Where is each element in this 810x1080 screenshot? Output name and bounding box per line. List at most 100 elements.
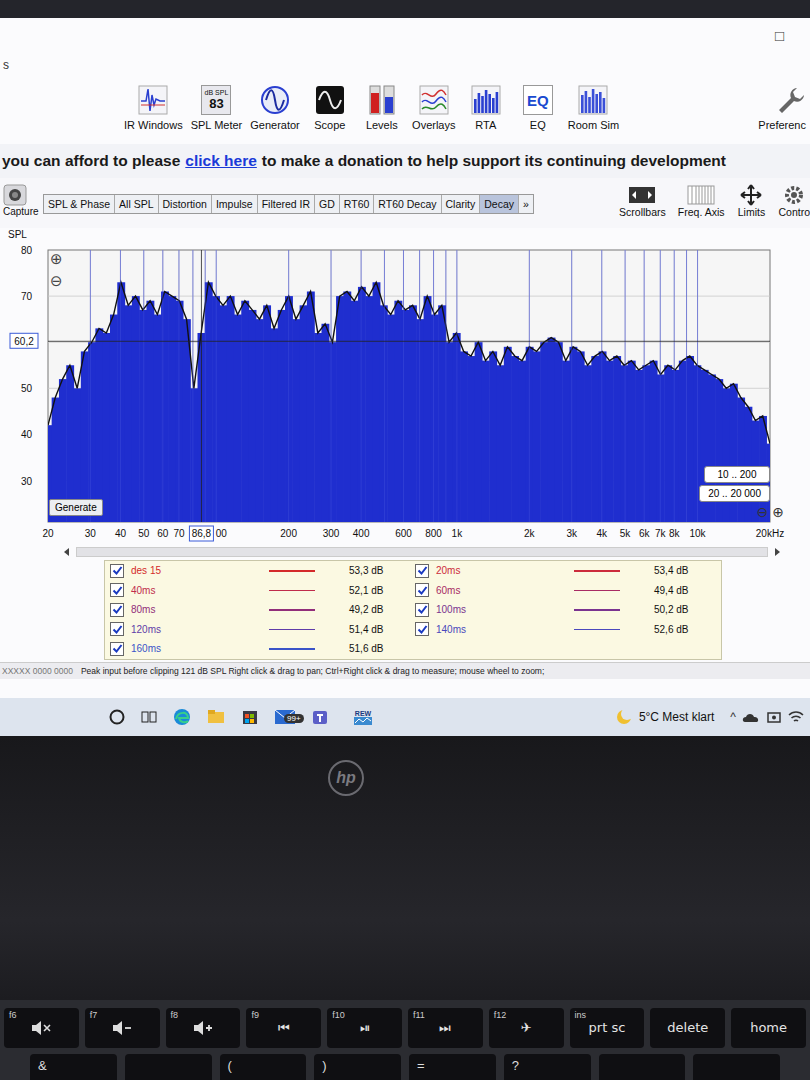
legend-checkbox[interactable] [110,642,124,656]
toolbar-button[interactable]: Scope [308,84,352,131]
keyboard-key[interactable]: ins prt sc [570,1008,645,1048]
keyboard-key[interactable]: f9 ⏮ [246,1008,321,1048]
decay-bar [321,324,329,522]
edge-icon[interactable] [172,707,192,727]
legend-item: 100ms 50,2 dB [415,600,720,620]
legend-checkbox[interactable] [415,603,429,617]
keyboard-key[interactable]: delete [650,1008,725,1048]
x-tick: 8k [669,528,681,539]
toolbar-button[interactable]: RTA [464,84,508,131]
toolbar-button[interactable]: Generator [250,84,300,131]
toolbar-button[interactable]: Overlays [412,84,456,131]
decay-bar [176,301,184,522]
legend-checkbox[interactable] [415,583,429,597]
keyboard-key[interactable]: f12 ✈ [489,1008,564,1048]
mute-icon [30,1020,52,1036]
toolbar-button[interactable]: Room Sim [568,84,619,131]
graph-tab[interactable]: » [519,195,533,213]
keyboard-key[interactable]: f6 [4,1008,79,1048]
toolbar-button[interactable]: EQ EQ [516,84,560,131]
donation-link[interactable]: click here [185,152,257,170]
keyboard-key[interactable] [125,1054,212,1080]
zoom-out-icon[interactable]: ⊖ [50,272,63,290]
graph-tab[interactable]: GD [315,195,340,213]
graph-tab[interactable]: Clarity [442,195,481,213]
toolbar-button[interactable]: IR Windows [124,84,183,131]
keyboard-key[interactable]: home [731,1008,806,1048]
legend-checkbox[interactable] [110,622,124,636]
start-icon[interactable] [108,708,126,726]
zoom-in-icon[interactable]: ⊕ [50,250,63,268]
view-tool-button[interactable]: Contro [778,184,810,218]
graph-tab[interactable]: Impulse [212,195,258,213]
rta-icon [470,84,502,116]
window-title: s [0,52,810,78]
onedrive-icon[interactable] [742,710,760,724]
keyboard-key[interactable]: & [30,1054,117,1080]
graph-tab[interactable]: All SPL [115,195,158,213]
mail-button[interactable]: 99+ [274,708,296,726]
rew-taskbar-button[interactable]: REW [354,710,372,725]
toolbar-button[interactable]: Levels [360,84,404,131]
wifi-icon[interactable] [788,710,804,724]
x-tick: 30 [85,528,97,539]
laptop-bezel: hp [0,736,810,1000]
graph-tab[interactable]: Distortion [159,195,212,213]
scroll-right-icon[interactable] [772,547,782,557]
task-view-icon[interactable] [140,708,158,726]
prefs-icon [774,84,806,116]
range-button[interactable]: 10 .. 200 [704,466,770,483]
legend-checkbox[interactable] [415,622,429,636]
horizontal-scrollbar[interactable] [0,546,810,558]
cursor-line[interactable] [48,341,770,342]
keyboard-key[interactable] [599,1054,686,1080]
toolbar-button[interactable]: dB SPL83 SPL Meter [191,84,243,131]
cursor-line[interactable] [201,250,202,522]
keyboard-key[interactable]: ? [504,1054,591,1080]
decay-bar [540,342,548,522]
legend-checkbox[interactable] [415,564,429,578]
graph-tab[interactable]: RT60 [340,195,375,213]
decay-bar [460,351,468,522]
keyboard-key[interactable]: ) [314,1054,401,1080]
levels-icon [366,84,398,116]
decay-plot[interactable]: SPL⊕⊖807050403060,2203040506070002003004… [0,228,810,546]
legend-checkbox[interactable] [110,564,124,578]
capture-button[interactable]: Capture [0,184,43,217]
keyboard-key[interactable] [693,1054,780,1080]
generate-button[interactable]: Generate [49,499,103,516]
legend-checkbox[interactable] [110,603,124,617]
weather-text[interactable]: 5°C Mest klart [639,710,714,724]
zoom-in-icon[interactable]: ⊕ [772,504,784,520]
keyboard-key[interactable]: ( [220,1054,307,1080]
graph-tab[interactable]: SPL & Phase [44,195,115,213]
vol-up-icon [192,1020,214,1036]
maximize-button[interactable]: □ [775,27,784,44]
keyboard-key[interactable]: = [409,1054,496,1080]
range-button[interactable]: 20 .. 20 000 [699,485,770,502]
store-icon[interactable] [240,707,260,727]
graph-tab[interactable]: Decay [480,195,519,213]
view-tool-button[interactable]: Scrollbars [619,184,666,218]
toolbar-button[interactable]: Preferenc [758,84,806,131]
scroll-left-icon[interactable] [62,547,72,557]
view-tool-button[interactable]: Limits [736,184,766,218]
keyboard-key[interactable]: f10 ⏯ [327,1008,402,1048]
decay-chart: SPL⊕⊖807050403060,2203040506070002003004… [0,228,810,546]
view-tool-button[interactable]: Freq. Axis [678,184,725,218]
tray-chevron[interactable]: ^ [730,710,736,724]
zoom-out-icon[interactable]: ⊖ [757,504,769,520]
teams-icon[interactable] [310,707,330,727]
legend-checkbox[interactable] [110,583,124,597]
graph-tab[interactable]: Filtered IR [258,195,315,213]
keyboard-key[interactable]: f7 [85,1008,160,1048]
file-explorer-icon[interactable] [206,707,226,727]
network-drive-icon[interactable] [766,710,782,724]
keyboard-key[interactable]: f11 ⏭ [408,1008,483,1048]
graph-tab[interactable]: RT60 Decay [374,195,441,213]
decay-bar [307,291,315,522]
decay-bar [526,347,534,522]
keyboard-key[interactable]: f8 [166,1008,241,1048]
title-bar: □ [0,18,810,52]
decay-bar [402,310,410,522]
